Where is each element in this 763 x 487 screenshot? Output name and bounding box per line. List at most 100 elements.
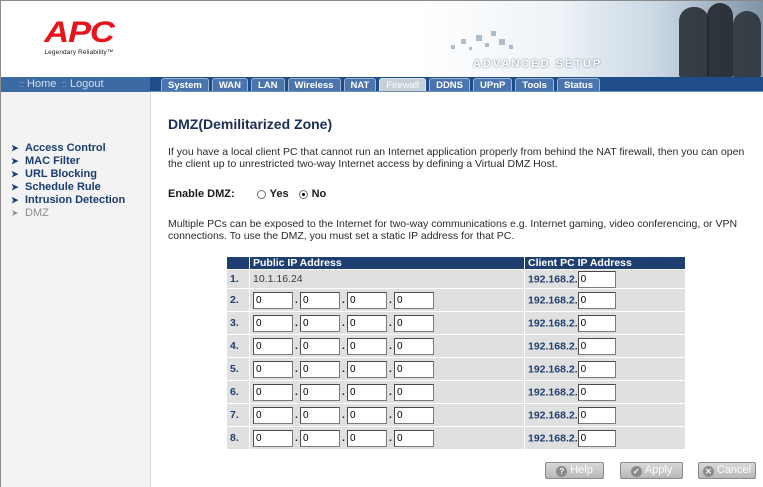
- public-ip-cell: ...: [249, 403, 525, 427]
- public-ip-octet-input[interactable]: [253, 291, 293, 309]
- client-ip-cell: 192.168.2.: [524, 311, 686, 335]
- public-ip-octet-input[interactable]: [253, 429, 293, 447]
- ip-dot-separator: .: [342, 293, 345, 306]
- nav-separator-icon: ::: [59, 79, 67, 89]
- client-ip-prefix: 192.168.2.: [528, 316, 578, 329]
- client-ip-last-octet-input[interactable]: [577, 314, 616, 332]
- public-ip-octet-input[interactable]: [253, 314, 293, 332]
- client-ip-cell: 192.168.2.: [524, 357, 686, 381]
- sidebar: ➤ Access Control ➤ MAC Filter ➤ URL Blockin…: [1, 92, 150, 487]
- public-ip-octet-input[interactable]: [347, 337, 387, 355]
- enable-dmz-no-radio[interactable]: [298, 189, 308, 199]
- home-link[interactable]: Home: [27, 78, 56, 90]
- public-ip-octet-input[interactable]: [347, 429, 387, 447]
- sidebar-item-intrusion-detection[interactable]: ➤ Intrusion Detection: [11, 194, 125, 207]
- sidebar-item-schedule-rule[interactable]: ➤ Schedule Rule: [11, 181, 125, 194]
- public-ip-octet-input[interactable]: [300, 383, 340, 401]
- public-ip-octet-input[interactable]: [300, 406, 340, 424]
- public-ip-octet-input[interactable]: [394, 383, 434, 401]
- help-button-label: Help: [570, 464, 593, 476]
- tab-ddns[interactable]: DDNS: [429, 78, 470, 92]
- table-header-client-ip: Client PC IP Address: [524, 256, 686, 270]
- chevron-right-icon: ➤: [11, 195, 19, 205]
- apc-logo: APC Legendary Reliability™: [33, 18, 125, 60]
- public-ip-octet-input[interactable]: [347, 291, 387, 309]
- client-ip-last-octet-input[interactable]: [577, 291, 616, 309]
- client-ip-prefix: 192.168.2.: [528, 272, 578, 285]
- ip-dot-separator: .: [295, 431, 298, 444]
- sidebar-item-url-blocking[interactable]: ➤ URL Blocking: [11, 168, 125, 181]
- tab-lan[interactable]: LAN: [250, 78, 285, 92]
- client-ip-last-octet-input[interactable]: [577, 383, 616, 401]
- help-button[interactable]: ? Help: [545, 462, 604, 479]
- client-ip-cell: 192.168.2.: [524, 426, 686, 450]
- tab-wan[interactable]: WAN: [211, 78, 248, 92]
- public-ip-octet-input[interactable]: [347, 314, 387, 332]
- public-ip-octet-input[interactable]: [300, 314, 340, 332]
- public-ip-octet-input[interactable]: [394, 314, 434, 332]
- tab-wireless[interactable]: Wireless: [287, 78, 341, 92]
- public-ip-cell: ...: [249, 357, 525, 381]
- public-ip-octet-input[interactable]: [394, 429, 434, 447]
- public-ip-octet-input[interactable]: [253, 337, 293, 355]
- client-ip-prefix: 192.168.2.: [528, 408, 578, 421]
- row-number: 7.: [226, 403, 250, 427]
- logout-link[interactable]: Logout: [70, 78, 104, 90]
- nav-separator-icon: ::: [19, 79, 25, 89]
- page-title: DMZ(Demilitarized Zone): [168, 116, 333, 132]
- enable-dmz-yes-label: Yes: [269, 188, 289, 200]
- enable-dmz-yes-radio[interactable]: [256, 189, 266, 199]
- public-ip-octet-input[interactable]: [347, 406, 387, 424]
- tab-firewall[interactable]: Firewall: [379, 78, 427, 92]
- client-ip-last-octet-input[interactable]: [577, 429, 616, 447]
- client-ip-prefix: 192.168.2.: [528, 362, 578, 375]
- public-ip-octet-input[interactable]: [300, 337, 340, 355]
- tab-nat[interactable]: NAT: [343, 78, 377, 92]
- table-header-number: [226, 256, 250, 270]
- public-ip-octet-input[interactable]: [347, 360, 387, 378]
- row-number: 3.: [226, 311, 250, 335]
- row-number: 5.: [226, 357, 250, 381]
- tab-status[interactable]: Status: [556, 78, 601, 92]
- public-ip-octet-input[interactable]: [394, 337, 434, 355]
- client-ip-cell: 192.168.2.: [524, 403, 686, 427]
- chevron-right-icon: ➤: [11, 169, 19, 179]
- row-number: 1.: [226, 269, 250, 289]
- sidebar-item-label: URL Blocking: [25, 168, 97, 180]
- public-ip-octet-input[interactable]: [394, 406, 434, 424]
- public-ip-cell: ...: [249, 288, 525, 312]
- client-ip-last-octet-input[interactable]: [577, 270, 616, 288]
- ip-dot-separator: .: [389, 408, 392, 421]
- public-ip-octet-input[interactable]: [394, 360, 434, 378]
- client-ip-cell: 192.168.2.: [524, 269, 686, 289]
- sidebar-item-dmz[interactable]: ➤ DMZ: [11, 207, 125, 220]
- sidebar-item-mac-filter[interactable]: ➤ MAC Filter: [11, 155, 125, 168]
- public-ip-cell: ...: [249, 334, 525, 358]
- public-ip-octet-input[interactable]: [394, 291, 434, 309]
- dmz-host-table: Public IP Address Client PC IP Address 1…: [226, 256, 686, 450]
- public-ip-value: 10.1.16.24: [253, 273, 303, 285]
- client-ip-last-octet-input[interactable]: [577, 337, 616, 355]
- public-ip-octet-input[interactable]: [300, 360, 340, 378]
- table-row: 2....192.168.2.: [226, 288, 686, 312]
- public-ip-octet-input[interactable]: [253, 406, 293, 424]
- client-ip-last-octet-input[interactable]: [577, 406, 616, 424]
- public-ip-octet-input[interactable]: [300, 291, 340, 309]
- table-row: 7....192.168.2.: [226, 403, 686, 427]
- tab-system[interactable]: System: [161, 78, 209, 92]
- client-ip-last-octet-input[interactable]: [577, 360, 616, 378]
- public-ip-octet-input[interactable]: [253, 383, 293, 401]
- sidebar-item-access-control[interactable]: ➤ Access Control: [11, 142, 125, 155]
- apply-button[interactable]: ✓ Apply: [620, 462, 683, 479]
- public-ip-octet-input[interactable]: [300, 429, 340, 447]
- cancel-button[interactable]: ✕ Cancel: [698, 462, 756, 479]
- tab-upnp[interactable]: UPnP: [473, 78, 513, 92]
- ip-dot-separator: .: [295, 362, 298, 375]
- public-ip-octet-input[interactable]: [347, 383, 387, 401]
- table-row: 4....192.168.2.: [226, 334, 686, 358]
- row-number: 2.: [226, 288, 250, 312]
- public-ip-octet-input[interactable]: [253, 360, 293, 378]
- row-number: 4.: [226, 334, 250, 358]
- tab-tools[interactable]: Tools: [515, 78, 554, 92]
- table-row: 1. 10.1.16.24 192.168.2.: [226, 269, 686, 289]
